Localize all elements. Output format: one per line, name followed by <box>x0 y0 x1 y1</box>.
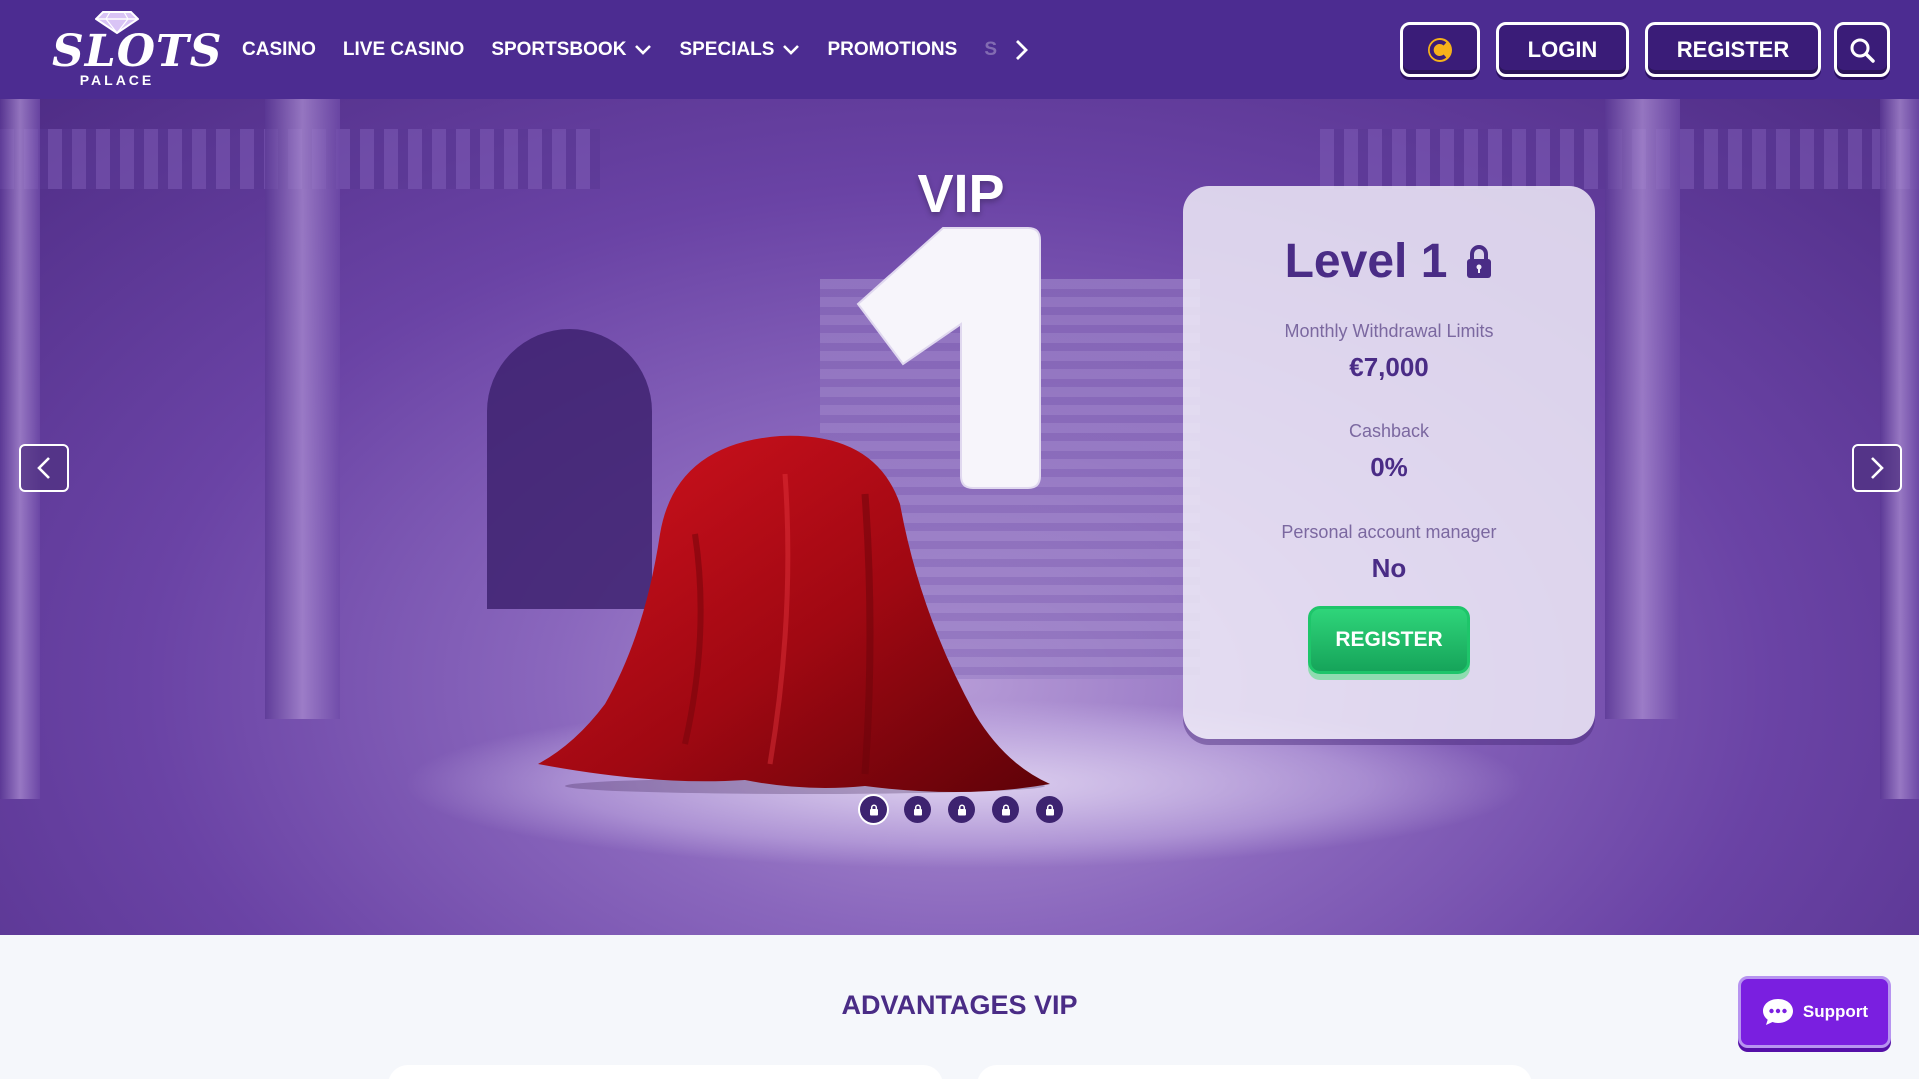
chat-bubble-icon <box>1762 999 1793 1025</box>
level-title-text: Level 1 <box>1284 235 1448 288</box>
vip-level-card: Level 1 Monthly Withdrawal Limits €7,000… <box>1183 186 1595 739</box>
cashback-label: Cashback <box>1348 421 1430 441</box>
vip-hero-slider: VIP Level 1 Monthly Withdrawal Limits €7… <box>0 99 1919 935</box>
nav-sportsbook[interactable]: SPORTSBOOK <box>491 39 652 61</box>
section-title: ADVANTAGES VIP <box>841 990 1078 1020</box>
slide-dot-1[interactable] <box>860 796 887 823</box>
nav-label: PROMOTIONS <box>827 38 958 60</box>
account-manager-label: Personal account manager <box>1281 522 1497 542</box>
nav-live-casino[interactable]: LIVE CASINO <box>343 39 464 61</box>
lock-icon <box>1045 803 1054 815</box>
register-button[interactable]: REGISTER <box>1645 22 1821 77</box>
coin-icon <box>1428 37 1452 62</box>
login-button[interactable]: LOGIN <box>1496 22 1629 77</box>
slider-pagination <box>860 796 1080 823</box>
chevron-right-icon <box>1016 39 1029 60</box>
support-chat-button[interactable]: Support <box>1738 976 1891 1048</box>
nav-scroll-right-button[interactable] <box>1014 39 1029 61</box>
chevron-down-icon <box>635 44 652 55</box>
chevron-left-icon <box>37 457 50 479</box>
account-manager-value: No <box>1371 553 1407 583</box>
search-icon <box>1850 38 1875 63</box>
lock-icon <box>1001 803 1010 815</box>
logo-subtext: PALACE <box>79 72 155 88</box>
slider-next-button[interactable] <box>1852 444 1902 492</box>
chevron-down-icon <box>783 44 800 55</box>
nav-overflow-item[interactable]: S <box>984 39 998 61</box>
nav-specials[interactable]: SPECIALS <box>679 39 800 61</box>
nav-label: LIVE CASINO <box>342 38 465 60</box>
slider-prev-button[interactable] <box>19 444 69 492</box>
site-header: SLOTS PALACE CASINO LIVE CASINO SPORTSBO… <box>0 0 1919 99</box>
slide-dot-4[interactable] <box>992 796 1019 823</box>
support-label: Support <box>1802 1002 1869 1021</box>
nav-casino[interactable]: CASINO <box>242 39 316 61</box>
advantage-card <box>977 1065 1532 1079</box>
advantages-section: ADVANTAGES VIP <box>0 935 1919 1079</box>
withdrawal-limit-label: Monthly Withdrawal Limits <box>1284 321 1494 341</box>
card-register-button[interactable]: REGISTER <box>1308 606 1470 674</box>
nav-label: CASINO <box>242 38 316 60</box>
site-logo[interactable]: SLOTS PALACE <box>52 8 223 90</box>
slide-dot-5[interactable] <box>1036 796 1063 823</box>
main-nav: CASINO LIVE CASINO SPORTSBOOK SPECIALS P… <box>242 0 1029 99</box>
lock-icon <box>869 803 878 815</box>
logo-text: SLOTS <box>52 26 223 77</box>
lock-icon <box>913 803 922 815</box>
coin-button[interactable] <box>1400 22 1480 77</box>
nav-promotions[interactable]: PROMOTIONS <box>827 39 957 61</box>
nav-label: SPECIALS <box>679 38 775 60</box>
nav-label: SPORTSBOOK <box>491 38 627 60</box>
lock-icon <box>1467 244 1492 278</box>
background-pillar <box>265 99 340 719</box>
withdrawal-limit-value: €7,000 <box>1349 352 1429 382</box>
advantage-card <box>388 1065 943 1079</box>
chevron-right-icon <box>1871 457 1884 479</box>
covered-pedestal-graphic <box>538 435 1050 794</box>
level-title: Level 1 <box>1183 234 1595 289</box>
cashback-value: 0% <box>1370 452 1408 482</box>
search-button[interactable] <box>1834 22 1890 77</box>
lock-icon <box>957 803 966 815</box>
background-pillar <box>1605 99 1680 719</box>
slide-dot-3[interactable] <box>948 796 975 823</box>
slide-dot-2[interactable] <box>904 796 931 823</box>
